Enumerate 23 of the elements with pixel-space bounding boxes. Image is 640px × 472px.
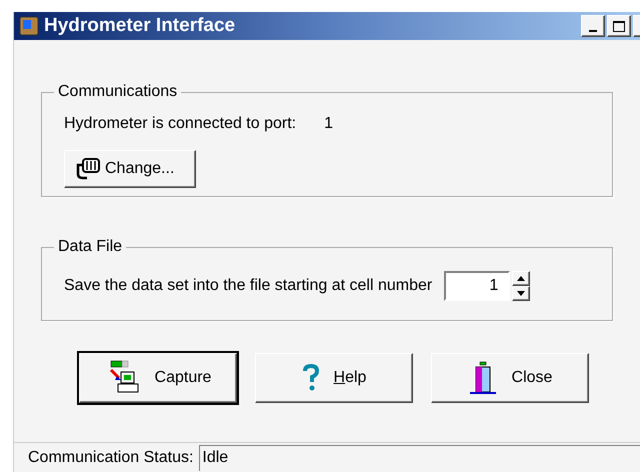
help-button[interactable]: Help [255, 353, 413, 403]
cell-number-field[interactable]: 1 [444, 271, 510, 301]
capture-button[interactable]: Capture [79, 353, 237, 403]
port-value: 1 [324, 114, 334, 134]
spin-down-button[interactable] [512, 286, 530, 301]
maximize-button[interactable] [607, 15, 631, 37]
up-arrow-icon [517, 276, 526, 281]
down-arrow-icon [517, 291, 526, 296]
change-button[interactable]: Change... [64, 150, 196, 188]
close-dialog-button[interactable]: Close [431, 353, 589, 403]
group-title: Data File [57, 237, 124, 257]
group-title: Communications [57, 82, 178, 102]
window-title: Hydrometer Interface [44, 14, 236, 38]
port-label: Hydrometer is connected to port: [64, 114, 296, 134]
app-icon [18, 15, 40, 37]
spin-up-button[interactable] [512, 271, 530, 286]
minimize-button[interactable] [581, 15, 605, 37]
status-field: Idle [199, 444, 640, 470]
cell-label: Save the data set into the file starting at cell number [64, 276, 432, 296]
door-icon [468, 360, 498, 396]
question-mark-icon [302, 364, 320, 392]
status-label: Communication Status: [28, 448, 194, 468]
plug-icon [75, 157, 101, 181]
